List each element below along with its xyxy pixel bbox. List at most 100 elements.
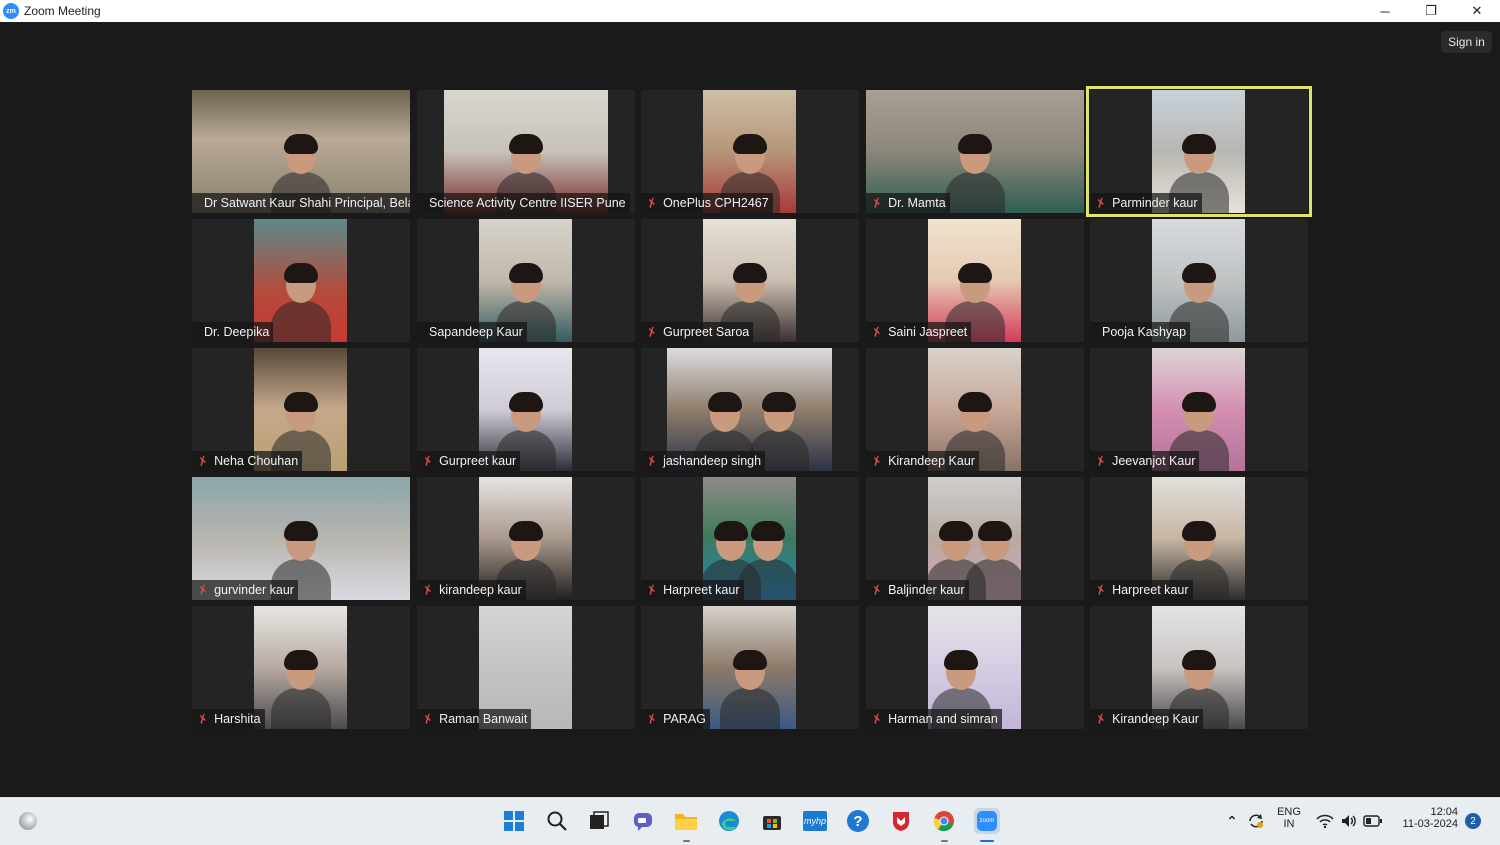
mic-muted-icon: ✗ <box>195 710 211 728</box>
taskbar: myhp ? zoom ⌃ ENG IN 12:04 11-03-2024 <box>0 797 1500 845</box>
sign-in-button[interactable]: Sign in <box>1441 31 1492 53</box>
mic-muted-icon: ✗ <box>644 581 660 599</box>
weather-widget-icon[interactable] <box>15 808 41 834</box>
participant-tile[interactable]: ✗ Kirandeep Kaur <box>1090 606 1308 729</box>
participant-label: ✗ Jeevanjot Kaur <box>1090 451 1200 471</box>
participant-tile[interactable]: Dr Satwant Kaur Shahi Principal, Bela ..… <box>192 90 410 213</box>
participant-label: ✗ Gurpreet Saroa <box>641 322 754 342</box>
participant-tile[interactable]: ✗ Raman Banwait <box>417 606 635 729</box>
participant-label: Sapandeep Kaur <box>417 322 527 342</box>
participant-name: Science Activity Centre IISER Pune <box>429 196 626 210</box>
participant-label: ✗ Saini Jaspreet <box>866 322 972 342</box>
windows-start-icon[interactable] <box>501 808 527 834</box>
mic-muted-icon: ✗ <box>420 452 436 470</box>
participant-tile[interactable]: ✗ Gurpreet Saroa <box>641 219 859 342</box>
participant-name: Dr. Mamta <box>888 196 946 210</box>
participant-label: ✗ Dr. Mamta <box>866 193 950 213</box>
chevron-up-icon[interactable]: ⌃ <box>1219 808 1245 834</box>
participant-tile[interactable]: Dr. Deepika <box>192 219 410 342</box>
participant-tile[interactable]: ✗ Harpreet kaur <box>641 477 859 600</box>
window-titlebar: zm Zoom Meeting ─ ❐ ✕ <box>0 0 1500 22</box>
window-controls: ─ ❐ ✕ <box>1362 0 1500 22</box>
volume-icon[interactable] <box>1336 808 1362 834</box>
participant-tile[interactable]: ✗ PARAG <box>641 606 859 729</box>
notification-badge[interactable]: 2 <box>1465 813 1481 829</box>
participant-name: Dr Satwant Kaur Shahi Principal, Bela ..… <box>204 196 410 210</box>
participant-tile[interactable]: ✗ Gurpreet kaur <box>417 348 635 471</box>
mcafee-icon[interactable] <box>888 808 914 834</box>
sync-icon[interactable] <box>1243 808 1269 834</box>
mic-muted-icon: ✗ <box>869 710 885 728</box>
participant-tile[interactable]: Pooja Kashyap <box>1090 219 1308 342</box>
participant-label: ✗ Harpreet kaur <box>1090 580 1193 600</box>
close-button[interactable]: ✕ <box>1454 0 1500 22</box>
participant-tile-active-speaker[interactable]: ✗ Parminder kaur <box>1086 86 1312 217</box>
participant-tile[interactable]: ✗ gurvinder kaur <box>192 477 410 600</box>
participant-tile[interactable]: ✗ Harshita <box>192 606 410 729</box>
clock[interactable]: 12:04 11-03-2024 <box>1394 806 1458 830</box>
help-icon[interactable]: ? <box>845 808 871 834</box>
mic-muted-icon: ✗ <box>420 710 436 728</box>
participant-tile[interactable]: ✗ Harpreet kaur <box>1090 477 1308 600</box>
zoom-icon[interactable]: zoom <box>974 808 1000 834</box>
mic-muted-icon: ✗ <box>1093 452 1109 470</box>
participant-name: Sapandeep Kaur <box>429 325 523 339</box>
participant-tile[interactable]: ✗ Saini Jaspreet <box>866 219 1084 342</box>
teams-chat-icon[interactable] <box>630 808 656 834</box>
mic-muted-icon: ✗ <box>869 323 885 341</box>
participant-tile[interactable]: ✗ Kirandeep Kaur <box>866 348 1084 471</box>
participant-label: ✗ Neha Chouhan <box>192 451 303 471</box>
participant-name: Harpreet kaur <box>663 583 740 597</box>
participant-label: Science Activity Centre IISER Pune <box>417 193 630 213</box>
participant-tile[interactable]: ✗ kirandeep kaur <box>417 477 635 600</box>
participant-tile[interactable]: Science Activity Centre IISER Pune <box>417 90 635 213</box>
mic-muted-icon: ✗ <box>195 452 211 470</box>
file-explorer-running-indicator <box>683 840 690 842</box>
participant-label: ✗ Parminder kaur <box>1090 193 1202 213</box>
participant-tile[interactable]: Sapandeep Kaur <box>417 219 635 342</box>
edge-browser-icon[interactable] <box>716 808 742 834</box>
participant-name: Harman and simran <box>888 712 998 726</box>
battery-icon[interactable] <box>1360 808 1386 834</box>
participant-tile[interactable]: ✗ Harman and simran <box>866 606 1084 729</box>
restore-button[interactable]: ❐ <box>1408 0 1454 22</box>
participant-label: ✗ gurvinder kaur <box>192 580 298 600</box>
participant-tile[interactable]: ✗ Jeevanjot Kaur <box>1090 348 1308 471</box>
myhp-icon[interactable]: myhp <box>802 808 828 834</box>
mic-muted-icon: ✗ <box>1093 710 1109 728</box>
minimize-button[interactable]: ─ <box>1362 0 1408 22</box>
mic-muted-icon: ✗ <box>644 452 660 470</box>
mic-muted-icon: ✗ <box>644 194 660 212</box>
zoom-running-indicator <box>980 840 994 842</box>
participant-label: Pooja Kashyap <box>1090 322 1191 342</box>
participant-name: Kirandeep Kaur <box>1112 712 1199 726</box>
language-code: ENG <box>1277 806 1301 818</box>
participant-tile[interactable]: ✗ Dr. Mamta <box>866 90 1084 213</box>
participant-label: ✗ Harpreet kaur <box>641 580 744 600</box>
participant-name: OnePlus CPH2467 <box>663 196 769 210</box>
participant-label: ✗ Harman and simran <box>866 709 1002 729</box>
participant-name: Saini Jaspreet <box>888 325 968 339</box>
search-icon[interactable] <box>544 808 570 834</box>
region-code: IN <box>1283 818 1295 830</box>
language-indicator[interactable]: ENG IN <box>1274 806 1304 830</box>
participant-label: ✗ kirandeep kaur <box>417 580 526 600</box>
chrome-icon[interactable] <box>931 808 957 834</box>
participant-tile[interactable]: ✗ Neha Chouhan <box>192 348 410 471</box>
task-view-icon[interactable] <box>586 808 612 834</box>
file-explorer-icon[interactable] <box>673 808 699 834</box>
participant-label: ✗ Kirandeep Kaur <box>1090 709 1203 729</box>
participant-name: Harpreet kaur <box>1112 583 1189 597</box>
participant-tile[interactable]: ✗ Baljinder kaur <box>866 477 1084 600</box>
participant-tile[interactable]: ✗ OnePlus CPH2467 <box>641 90 859 213</box>
participant-label: ✗ Kirandeep Kaur <box>866 451 979 471</box>
participant-name: jashandeep singh <box>663 454 762 468</box>
wifi-icon[interactable] <box>1312 808 1338 834</box>
participant-name: Kirandeep Kaur <box>888 454 975 468</box>
participant-name: Parminder kaur <box>1112 196 1198 210</box>
store-icon[interactable] <box>759 808 785 834</box>
mic-muted-icon: ✗ <box>420 581 436 599</box>
participant-tile[interactable]: ✗ jashandeep singh <box>641 348 859 471</box>
mic-muted-icon: ✗ <box>869 581 885 599</box>
mic-muted-icon: ✗ <box>644 323 660 341</box>
